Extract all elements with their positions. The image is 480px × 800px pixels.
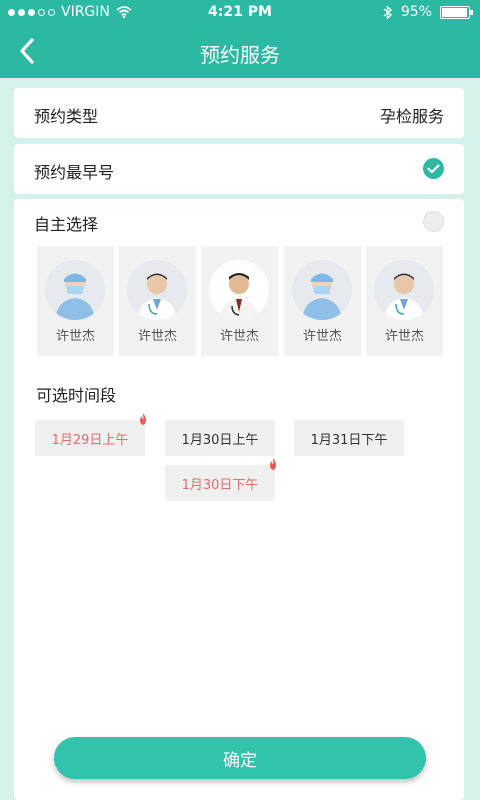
time-slot-button[interactable]: 1月30日下午 [165,458,276,501]
self-select-radio[interactable] [423,211,444,232]
doctor-name: 许世杰 [219,329,259,344]
confirm-button[interactable]: 确定 [54,737,426,779]
app-header: VIRGIN 4:21 PM 95% 预约服务 [0,0,480,78]
page-title: 预约服务 [200,43,280,67]
hot-flame-icon [270,458,276,470]
time-slot-button[interactable]: 1月31日下午 [294,420,404,456]
doctor-name: 许世杰 [384,329,424,344]
status-bar: VIRGIN 4:21 PM 95% [0,0,480,26]
time-slot-button[interactable]: 1月30日上午 [165,420,275,456]
earliest-row[interactable]: 预约最早号 [14,144,464,194]
doctor-card[interactable]: 许世杰 [37,246,114,356]
doctor-card[interactable]: 许世杰 [201,246,278,356]
doctor-avatar [374,260,434,320]
battery-fill [442,7,467,17]
battery-label: 95% [400,4,432,20]
self-select-label: 自主选择 [34,215,99,234]
battery-icon [440,5,473,19]
appointment-type-label: 预约类型 [34,107,99,126]
time-slot-label: 1月31日下午 [310,432,388,448]
time-slot-label: 1月30日下午 [181,477,259,493]
doctor-name: 许世杰 [55,329,95,344]
appointment-type-value: 孕检服务 [379,107,444,126]
appointment-type-row[interactable]: 预约类型 孕检服务 [14,88,464,138]
doctor-name: 许世杰 [137,329,177,344]
time-slot-label: 1月30日上午 [181,432,259,448]
doctor-card[interactable]: 许世杰 [366,246,443,356]
self-select-card: 自主选择 许世杰 许世杰 许世杰 许世杰 许世杰 可选时间段 1月29日上午 1… [14,199,464,800]
doctor-avatar [45,260,105,320]
hot-flame-icon [140,413,146,425]
time-slots-title: 可选时间段 [36,386,117,405]
earliest-check-icon[interactable] [423,158,444,179]
check-mark-icon [427,164,440,174]
bluetooth-icon [383,4,392,20]
doctor-avatar [127,260,187,320]
status-right: 95% [383,4,473,20]
doctor-card[interactable]: 许世杰 [284,246,361,356]
time-slot-button[interactable]: 1月29日上午 [35,413,146,456]
doctor-card[interactable]: 许世杰 [119,246,196,356]
doctor-avatar [209,260,269,320]
doctor-name: 许世杰 [302,329,342,344]
doctor-avatar [292,260,352,320]
earliest-label: 预约最早号 [34,163,115,182]
time-slot-label: 1月29日上午 [51,432,129,448]
